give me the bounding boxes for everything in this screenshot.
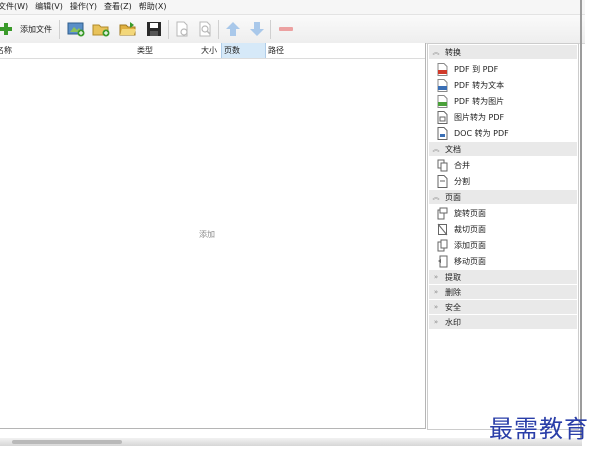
section-watermark[interactable]: » 水印	[429, 315, 577, 329]
menu-operate[interactable]: 操作(Y)	[66, 0, 100, 14]
add-page-item[interactable]: 添加页面	[437, 238, 486, 252]
empty-list-hint: 添加	[199, 230, 215, 239]
page-settings-icon	[176, 21, 188, 37]
txt-icon	[437, 78, 448, 92]
save-icon	[147, 22, 161, 36]
expand-chevron-icon: »	[433, 288, 439, 296]
add-file-button[interactable]: 添加文件	[0, 21, 52, 37]
section-title: 删除	[445, 287, 461, 297]
toolbar-separator	[168, 20, 169, 39]
move-down-icon	[250, 22, 264, 36]
pdf-to-pdf-item[interactable]: PDF 到 PDF	[437, 62, 498, 76]
merge-icon	[437, 159, 448, 171]
function-panel: ︽ 转换 PDF 到 PDF PDF 转为文本 PDF 转为图片 图片转为 PD…	[427, 43, 579, 430]
app-window: { "menubar": { "items": [ {"label": "文件(…	[0, 0, 611, 456]
move-down-button[interactable]	[248, 20, 266, 38]
item-label: 分割	[454, 176, 470, 186]
file-list-panel[interactable]: 名称 类型 大小 页数 路径 添加	[0, 43, 426, 429]
section-delete[interactable]: » 删除	[429, 285, 577, 299]
section-title: 提取	[445, 272, 461, 282]
open-folder-button[interactable]	[119, 20, 137, 38]
item-label: 添加页面	[454, 240, 486, 250]
section-document[interactable]: ︽ 文档	[429, 142, 577, 156]
split-item[interactable]: 分割	[437, 174, 470, 188]
watermark-text: 最需教育	[489, 415, 589, 443]
image-to-pdf-icon	[437, 110, 448, 124]
collapse-chevron-icon: ︽	[432, 145, 440, 153]
menu-view[interactable]: 查看(Z)	[100, 0, 135, 14]
pdf-to-text-item[interactable]: PDF 转为文本	[437, 78, 504, 92]
remove-icon	[279, 27, 293, 31]
column-pages[interactable]: 页数	[221, 43, 266, 58]
expand-chevron-icon: »	[433, 303, 439, 311]
item-label: PDF 转为图片	[454, 96, 505, 106]
merge-item[interactable]: 合并	[437, 158, 470, 172]
open-folder-icon	[119, 22, 136, 36]
collapse-chevron-icon: ︽	[432, 48, 440, 56]
add-image-icon	[67, 22, 85, 37]
item-label: 旋转页面	[454, 208, 486, 218]
section-title: 转换	[445, 47, 461, 57]
collapse-chevron-icon: ︽	[432, 193, 440, 201]
menu-file[interactable]: 文件(W)	[0, 0, 31, 14]
item-label: 裁切页面	[454, 224, 486, 234]
menu-help[interactable]: 帮助(X)	[135, 0, 170, 14]
move-page-item[interactable]: 移动页面	[437, 254, 486, 268]
section-title: 页面	[445, 192, 461, 202]
column-size[interactable]: 大小	[201, 43, 217, 58]
column-type[interactable]: 类型	[137, 43, 153, 58]
preview-icon	[199, 21, 211, 37]
add-image-button[interactable]	[67, 20, 85, 38]
item-label: 图片转为 PDF	[454, 112, 505, 122]
column-path[interactable]: 路径	[268, 43, 284, 58]
doc-to-pdf-item[interactable]: DOC 转为 PDF	[437, 126, 509, 140]
split-icon	[437, 174, 448, 188]
add-folder-icon	[92, 24, 110, 37]
move-up-icon	[226, 22, 240, 36]
page-settings-button[interactable]	[173, 20, 191, 38]
section-extract[interactable]: » 提取	[429, 270, 577, 284]
item-label: PDF 到 PDF	[454, 64, 499, 74]
file-table-header: 名称 类型 大小 页数 路径	[0, 43, 425, 59]
section-title: 水印	[445, 317, 461, 327]
section-security[interactable]: » 安全	[429, 300, 577, 314]
remove-button[interactable]	[277, 20, 295, 38]
item-label: 合并	[454, 160, 470, 170]
toolbar-separator	[59, 20, 60, 39]
expand-chevron-icon: »	[433, 318, 439, 326]
crop-page-icon	[437, 223, 448, 235]
section-page[interactable]: ︽ 页面	[429, 190, 577, 204]
pdf-to-image-item[interactable]: PDF 转为图片	[437, 94, 504, 108]
move-up-button[interactable]	[224, 20, 242, 38]
section-convert[interactable]: ︽ 转换	[429, 45, 577, 59]
section-title: 安全	[445, 302, 461, 312]
doc-icon	[437, 126, 448, 140]
save-button[interactable]	[145, 20, 163, 38]
section-title: 文档	[445, 144, 461, 154]
item-label: DOC 转为 PDF	[454, 128, 509, 138]
toolbar: 添加文件	[0, 15, 585, 44]
toolbar-separator	[218, 20, 219, 39]
image-to-pdf-item[interactable]: 图片转为 PDF	[437, 110, 504, 124]
item-label: PDF 转为文本	[454, 80, 505, 90]
rotate-page-icon	[437, 207, 448, 219]
menu-bar: 文件(W) 编辑(V) 操作(Y) 查看(Z) 帮助(X)	[0, 0, 585, 15]
pdf-icon	[437, 62, 448, 76]
menu-edit[interactable]: 编辑(V)	[31, 0, 66, 14]
image-file-icon	[437, 94, 448, 108]
add-folder-button[interactable]	[92, 20, 110, 38]
move-page-icon	[438, 255, 448, 267]
preview-button[interactable]	[196, 20, 214, 38]
add-page-icon	[437, 239, 448, 251]
item-label: 移动页面	[454, 256, 486, 266]
crop-page-item[interactable]: 裁切页面	[437, 222, 486, 236]
expand-chevron-icon: »	[433, 273, 439, 281]
rotate-page-item[interactable]: 旋转页面	[437, 206, 486, 220]
window-border	[580, 0, 582, 446]
scrollbar-thumb[interactable]	[12, 440, 122, 444]
add-file-icon	[0, 23, 12, 35]
add-file-label: 添加文件	[20, 24, 52, 34]
column-name[interactable]: 名称	[0, 43, 12, 58]
toolbar-separator	[270, 20, 271, 39]
